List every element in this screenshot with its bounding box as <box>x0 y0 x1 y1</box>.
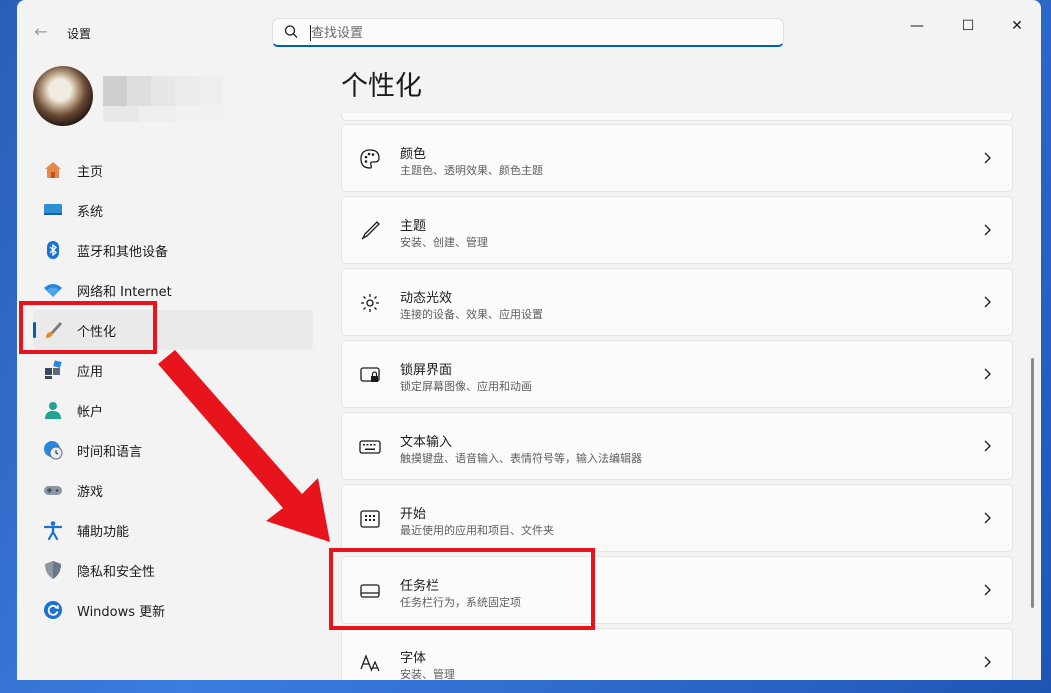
annotation-arrow-icon <box>158 350 330 542</box>
